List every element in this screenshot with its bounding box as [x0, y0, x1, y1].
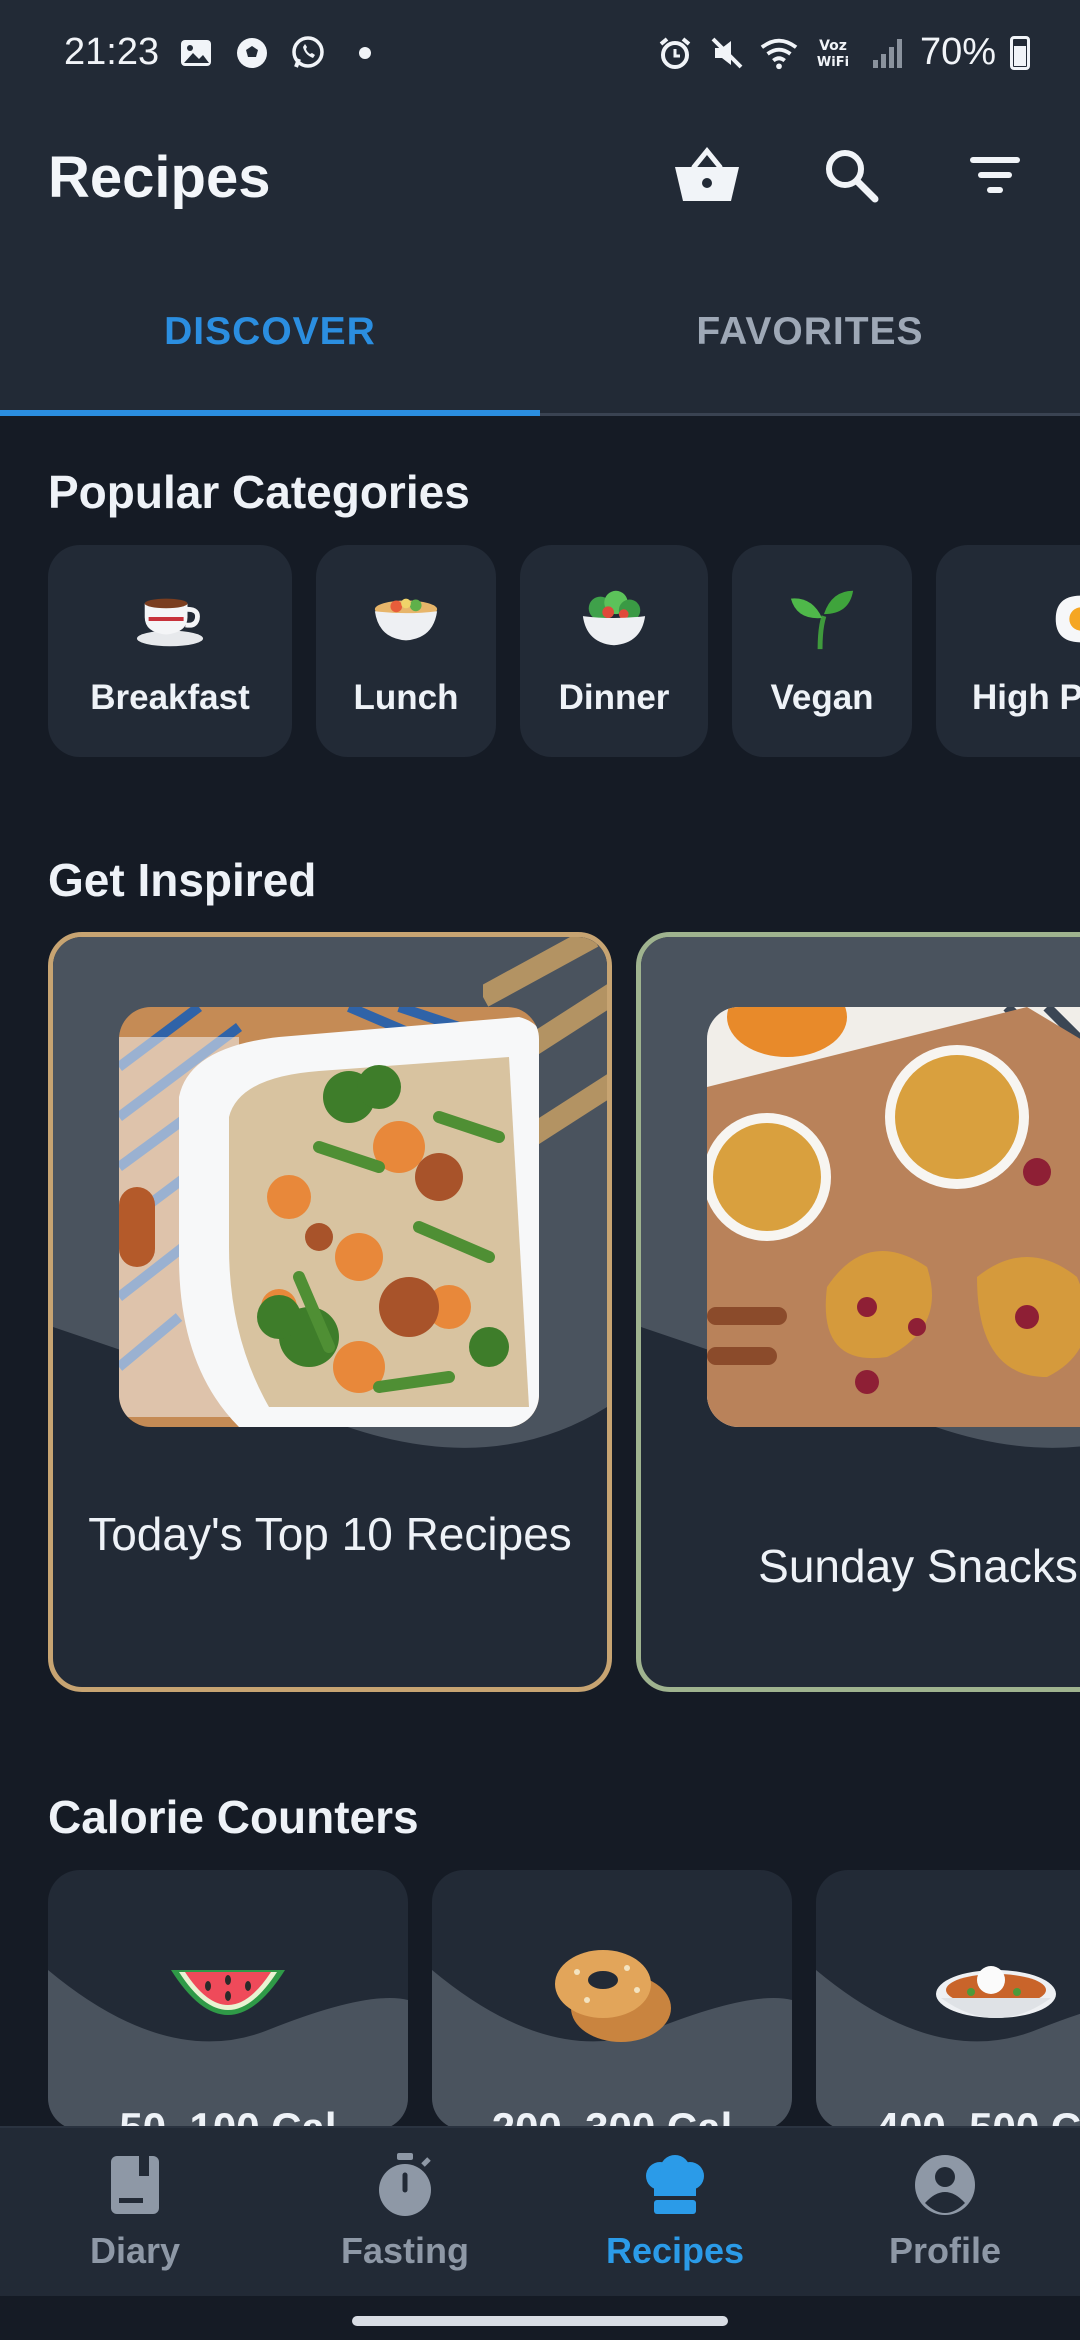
page-title: Recipes	[48, 145, 271, 210]
bottom-navigation: Diary Fasting Recipes Profile	[0, 2126, 1080, 2296]
inspired-card-caption: Today's Top 10 Recipes	[88, 1508, 572, 1560]
status-bar: 21:23 Voz WiFi 70%	[0, 0, 1080, 105]
inspired-row: Today's Top 10 Recipes Sunday Snacks	[48, 932, 1080, 1692]
category-label: Lunch	[353, 678, 459, 717]
category-label: Dinner	[558, 678, 670, 717]
status-time: 21:23	[64, 31, 160, 73]
inspired-card-sunday-snacks[interactable]: Sunday Snacks	[636, 932, 1080, 1692]
svg-text:WiFi: WiFi	[817, 55, 849, 70]
salad-icon	[579, 584, 649, 654]
mute-icon	[708, 34, 746, 72]
category-lunch[interactable]: Lunch	[316, 545, 496, 757]
category-dinner[interactable]: Dinner	[520, 545, 708, 757]
get-inspired-title: Get Inspired	[48, 854, 317, 906]
category-label: Breakfast	[90, 678, 250, 717]
whatsapp-icon	[289, 34, 327, 72]
nav-label: Recipes	[605, 2230, 745, 2271]
category-label: Vegan	[770, 678, 874, 717]
rice-vegetable-dish-image	[119, 1007, 539, 1427]
tab-favorites[interactable]: FAVORITES	[540, 250, 1080, 413]
popular-categories-title: Popular Categories	[48, 466, 470, 518]
battery-percent: 70%	[919, 31, 996, 73]
calorie-card-50-100[interactable]: 50–100 Cal	[48, 1870, 408, 2130]
basket-button[interactable]	[670, 141, 744, 215]
battery-icon	[1010, 35, 1030, 70]
filter-button[interactable]	[958, 141, 1032, 215]
calorie-card-200-300[interactable]: 200–300 Cal	[432, 1870, 792, 2130]
chef-hat-icon	[642, 2152, 708, 2218]
bowl-icon	[371, 584, 441, 654]
nav-recipes[interactable]: Recipes	[540, 2128, 810, 2296]
nav-label: Fasting	[340, 2230, 469, 2271]
nav-profile[interactable]: Profile	[810, 2128, 1080, 2296]
svg-text:Voz: Voz	[819, 38, 847, 54]
category-breakfast[interactable]: Breakfast	[48, 545, 292, 757]
alarm-icon	[656, 34, 694, 72]
calorie-counters-title: Calorie Counters	[48, 1791, 419, 1843]
nav-label: Diary	[89, 2230, 181, 2271]
diary-book-icon	[102, 2152, 168, 2218]
curry-bowl-icon	[931, 1940, 1061, 2050]
nav-label: Profile	[888, 2230, 1002, 2271]
search-button[interactable]	[814, 141, 888, 215]
nav-fasting[interactable]: Fasting	[270, 2128, 540, 2296]
inspired-card-caption: Sunday Snacks	[758, 1540, 1078, 1592]
tab-discover[interactable]: DISCOVER	[0, 250, 540, 416]
category-high-protein[interactable]: High P	[936, 545, 1080, 757]
gallery-icon	[177, 34, 215, 72]
home-gesture-bar[interactable]	[352, 2316, 728, 2326]
soccer-ball-icon	[233, 34, 271, 72]
gesture-area	[0, 2296, 1080, 2340]
vowifi-icon: Voz WiFi	[812, 34, 854, 72]
dot-icon	[359, 46, 372, 59]
basket-icon	[672, 145, 742, 210]
coffee-cup-icon	[135, 584, 205, 654]
stopwatch-icon	[372, 2152, 438, 2218]
inspired-card-top10[interactable]: Today's Top 10 Recipes	[48, 932, 612, 1692]
filter-icon	[968, 155, 1022, 200]
signal-icon	[868, 34, 906, 72]
calorie-row: 50–100 Cal 200–300 Cal 400–500 Cal	[48, 1870, 1080, 2130]
calorie-card-400-500[interactable]: 400–500 Cal	[816, 1870, 1080, 2130]
seedling-icon	[787, 584, 857, 654]
tab-bar: DISCOVER FAVORITES	[0, 250, 1080, 416]
person-icon	[912, 2152, 978, 2218]
category-label: High P	[972, 678, 1080, 717]
nav-diary[interactable]: Diary	[0, 2128, 270, 2296]
app-bar: Recipes	[0, 105, 1080, 250]
search-icon	[823, 147, 879, 208]
watermelon-icon	[163, 1940, 293, 2050]
fried-egg-icon	[1046, 584, 1080, 654]
category-vegan[interactable]: Vegan	[732, 545, 912, 757]
bagel-icon	[547, 1940, 677, 2050]
muffins-image	[707, 1007, 1080, 1427]
recipes-screen: 21:23 Voz WiFi 70% Recipes DISCOVER FAVO…	[0, 0, 1080, 2340]
wifi-icon	[760, 34, 798, 72]
category-row: Breakfast Lunch Dinner Vegan High P	[48, 545, 1080, 757]
